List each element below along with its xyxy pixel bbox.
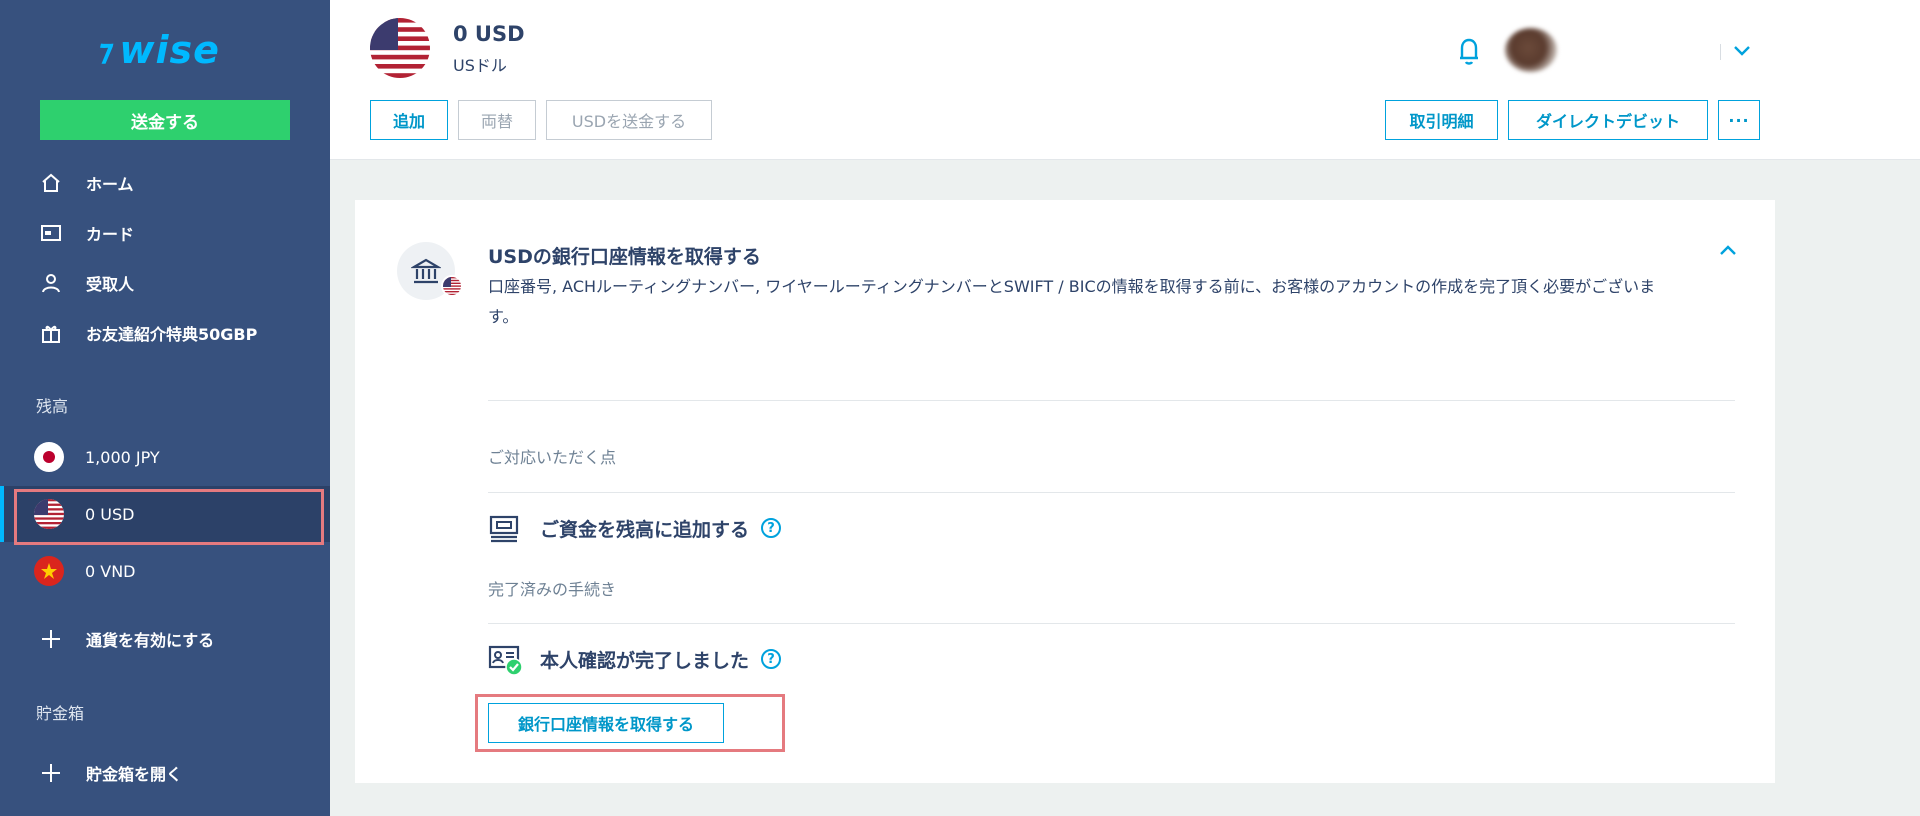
sidebar: ⁊ wise 送金する ホーム カード 受取人 お友達紹介特典50GBP 残高 … xyxy=(0,0,330,816)
convert-button[interactable]: 両替 xyxy=(458,100,536,140)
chevron-down-icon[interactable] xyxy=(1730,38,1754,62)
sidebar-item-referral[interactable]: お友達紹介特典50GBP xyxy=(36,313,316,353)
more-button[interactable]: ··· xyxy=(1718,100,1760,140)
divider xyxy=(488,400,1735,401)
person-icon xyxy=(36,271,66,295)
task-label: ご資金を残高に追加する xyxy=(540,518,750,541)
sidebar-item-card[interactable]: カード xyxy=(36,213,316,253)
done-section-label: 完了済みの手続き xyxy=(488,580,617,599)
statements-button[interactable]: 取引明細 xyxy=(1385,100,1498,140)
balance-item-usd[interactable]: 0 USD xyxy=(0,486,330,542)
open-jar-item[interactable]: 貯金箱を開く xyxy=(36,753,316,793)
balance-label: 0 USD xyxy=(85,504,135,524)
home-icon xyxy=(36,171,66,195)
jars-section-label: 貯金箱 xyxy=(36,704,85,723)
gift-icon xyxy=(36,321,66,345)
balance-item-vnd[interactable]: 0 VND xyxy=(0,543,330,599)
sidebar-item-label: 受取人 xyxy=(86,275,135,294)
balance-header: 0 USD USドル 追加 両替 USDを送金する 取引明細 ダイレクトデビット… xyxy=(330,0,1920,160)
chevron-up-icon[interactable] xyxy=(1715,238,1741,264)
add-currency-label: 通貨を有効にする xyxy=(86,631,215,650)
todo-task-add-money: ご資金を残高に追加する ? xyxy=(488,508,782,548)
send-usd-button[interactable]: USDを送金する xyxy=(546,100,712,140)
us-flag-icon xyxy=(34,499,64,529)
bell-icon[interactable] xyxy=(1454,34,1484,68)
bank-details-card: USDの銀行口座情報を取得する 口座番号, ACHルーティングナンバー, ワイヤ… xyxy=(355,200,1775,783)
sidebar-item-label: ホーム xyxy=(86,175,134,194)
direct-debit-button[interactable]: ダイレクトデビット xyxy=(1508,100,1708,140)
wise-logo[interactable]: ⁊ wise xyxy=(94,28,258,72)
balance-amount: 0 USD xyxy=(453,22,525,46)
done-task-id-verified: 本人確認が完了しました ? xyxy=(488,639,782,679)
balance-label: 1,000 JPY xyxy=(85,447,160,467)
help-icon[interactable]: ? xyxy=(761,518,782,538)
id-card-check-icon xyxy=(488,644,523,676)
sidebar-item-label: カード xyxy=(86,225,135,244)
plus-icon xyxy=(36,627,66,651)
sidebar-item-label: お友達紹介特典50GBP xyxy=(86,325,258,344)
plus-icon xyxy=(36,761,66,785)
sidebar-item-recipients[interactable]: 受取人 xyxy=(36,263,316,303)
todo-section-label: ご対応いただく点 xyxy=(488,448,617,467)
us-flag-icon xyxy=(370,18,430,78)
balance-item-jpy[interactable]: 1,000 JPY xyxy=(0,429,330,485)
currency-name: USドル xyxy=(453,56,507,75)
wise-flag-icon: ⁊ xyxy=(94,32,118,68)
card-title: USDの銀行口座情報を取得する xyxy=(488,246,761,268)
balance-label: 0 VND xyxy=(85,561,136,581)
send-money-button[interactable]: 送金する xyxy=(40,100,290,140)
divider xyxy=(488,623,1735,624)
task-label: 本人確認が完了しました xyxy=(540,649,750,672)
add-button[interactable]: 追加 xyxy=(370,100,448,140)
add-currency-item[interactable]: 通貨を有効にする xyxy=(36,619,316,659)
get-bank-details-button[interactable]: 銀行口座情報を取得する xyxy=(488,703,724,743)
divider xyxy=(488,492,1735,493)
divider xyxy=(1720,44,1721,60)
avatar[interactable] xyxy=(1505,28,1557,72)
sidebar-item-home[interactable]: ホーム xyxy=(36,163,316,203)
vietnam-flag-icon xyxy=(34,556,64,586)
card-description: 口座番号, ACHルーティングナンバー, ワイヤールーティングナンバーとSWIF… xyxy=(488,277,1656,326)
open-jar-label: 貯金箱を開く xyxy=(86,765,183,784)
card-icon xyxy=(36,221,66,245)
add-money-icon xyxy=(488,513,522,543)
help-icon[interactable]: ? xyxy=(761,649,782,669)
balances-section-label: 残高 xyxy=(36,397,69,416)
logo-wordmark: wise xyxy=(119,28,220,72)
us-flag-icon xyxy=(441,275,463,297)
japan-flag-icon xyxy=(34,442,64,472)
